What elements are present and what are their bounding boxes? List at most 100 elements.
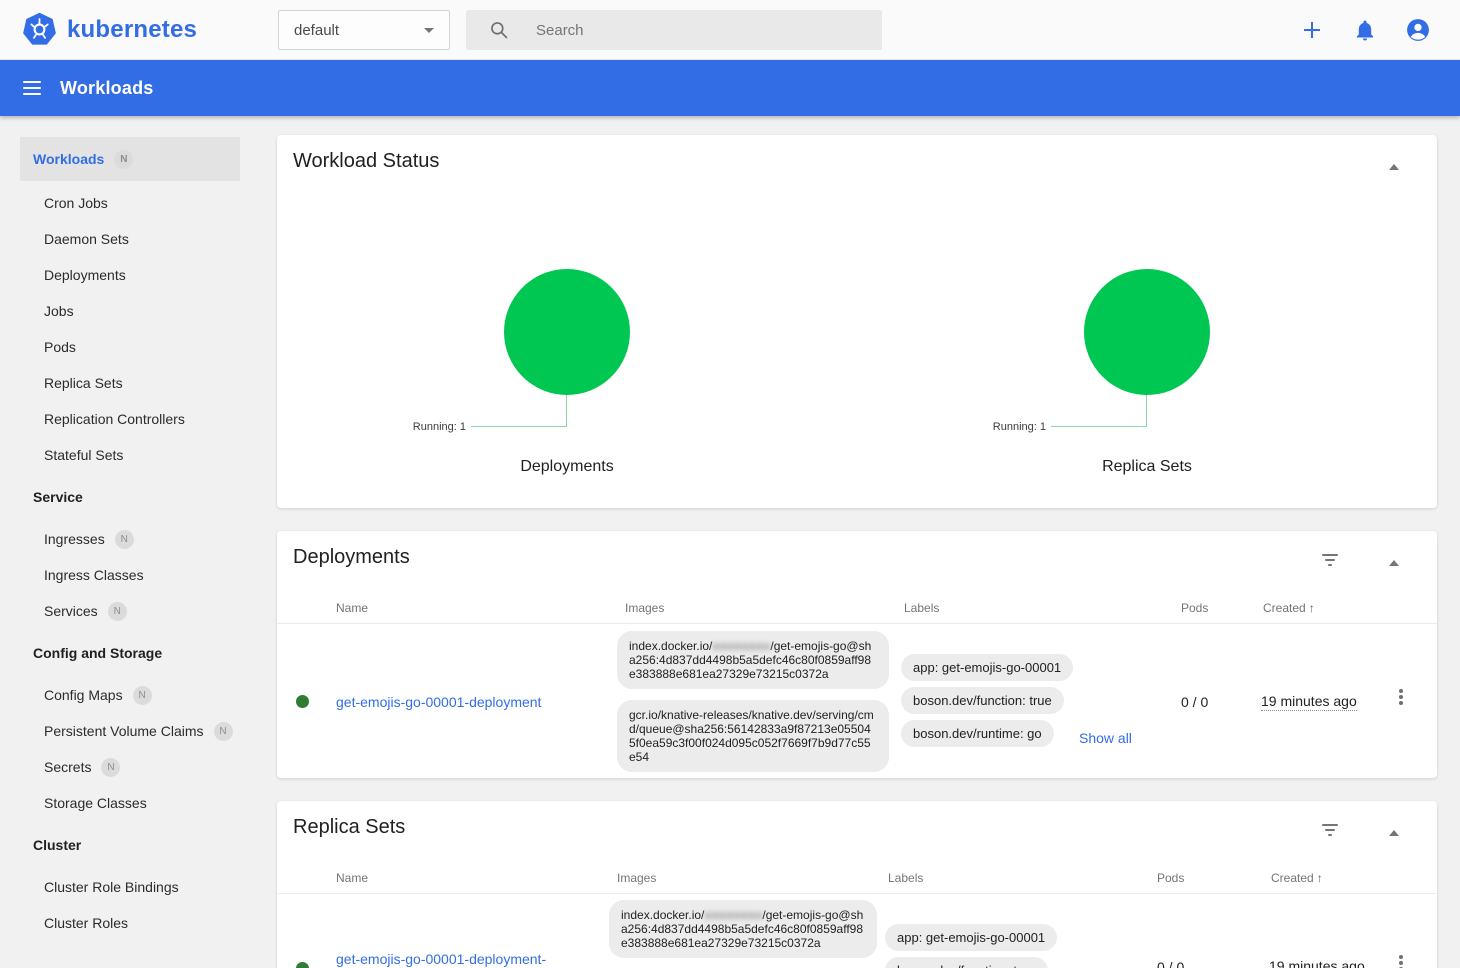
sidebar-item-pods[interactable]: Pods [20, 329, 240, 365]
label-chip: boson.dev/function: true [885, 957, 1048, 968]
column-header-pods: Pods [1157, 871, 1184, 885]
app-bar: Workloads [0, 60, 1460, 116]
sidebar-item-workloads[interactable]: Workloads N [20, 137, 240, 181]
status-running-dot [296, 962, 309, 968]
image-text: index.docker.io/ [629, 639, 712, 653]
table-row: get-emojis-go-00001-deployment- index.do… [277, 895, 1437, 968]
sidebar-item-daemon-sets[interactable]: Daemon Sets [20, 221, 240, 257]
label-chip: boson.dev/runtime: go [901, 720, 1054, 747]
sidebar-item-cron-jobs[interactable]: Cron Jobs [20, 185, 240, 221]
labels-cell: app: get-emojis-go-00001 boson.dev/funct… [901, 654, 1073, 747]
collapse-icon[interactable] [1384, 823, 1404, 843]
pods-count: 0 / 0 [1157, 959, 1184, 968]
label-chip: boson.dev/function: true [901, 687, 1064, 714]
sidebar-item-persistent-volume-claims[interactable]: Persistent Volume Claims N [20, 713, 240, 749]
column-header-created[interactable]: Created↑ [1271, 871, 1323, 885]
pie-annotation-label: Running: 1 [277, 421, 466, 433]
pie-annotation-line [471, 395, 567, 427]
card-title: Deployments [293, 546, 410, 569]
filter-icon[interactable] [1319, 551, 1341, 571]
sidebar-section-service: Service [20, 473, 240, 521]
search-icon [489, 20, 509, 40]
show-all-link[interactable]: Show all [1079, 730, 1132, 746]
namespace-selector[interactable]: default [278, 10, 450, 50]
sidebar-section-label: Cluster [33, 837, 81, 853]
new-badge: N [114, 150, 133, 169]
sidebar-item-cluster-role-bindings[interactable]: Cluster Role Bindings [20, 869, 240, 905]
table-row: get-emojis-go-00001-deployment index.doc… [277, 625, 1437, 778]
sort-arrow-icon: ↑ [1317, 871, 1323, 885]
profile-button[interactable] [1405, 17, 1431, 43]
sidebar-item-label: Cluster Role Bindings [44, 879, 179, 895]
menu-icon[interactable] [23, 81, 41, 95]
table-header: Name Images Labels Pods Created↑ [277, 594, 1437, 624]
column-header-name[interactable]: Name [336, 601, 368, 615]
add-icon [1300, 18, 1324, 42]
pie-annotation-label: Running: 1 [857, 421, 1046, 433]
kebab-menu-icon[interactable] [1394, 687, 1408, 707]
namespace-value: default [294, 22, 339, 39]
sidebar-item-ingress-classes[interactable]: Ingress Classes [20, 557, 240, 593]
search-input[interactable] [534, 21, 854, 40]
sidebar-section-label: Service [33, 489, 83, 505]
sidebar-item-label: Jobs [44, 303, 74, 319]
label-chip: app: get-emojis-go-00001 [901, 654, 1073, 681]
pods-count: 0 / 0 [1181, 694, 1208, 710]
sidebar-item-deployments[interactable]: Deployments [20, 257, 240, 293]
column-header-labels: Labels [888, 871, 923, 885]
bell-icon [1353, 18, 1377, 42]
sidebar-item-secrets[interactable]: Secrets N [20, 749, 240, 785]
sidebar-item-services[interactable]: Services N [20, 593, 240, 629]
sidebar-item-label: Config Maps [44, 687, 123, 703]
column-header-name[interactable]: Name [336, 871, 368, 885]
sidebar-item-label: Workloads [33, 151, 104, 167]
images-cell: index.docker.io/●●●●●●●●/get-emojis-go@s… [609, 900, 877, 958]
chevron-down-icon [424, 28, 434, 33]
sidebar-item-label: Secrets [44, 759, 91, 775]
sidebar-item-config-maps[interactable]: Config Maps N [20, 677, 240, 713]
sidebar-item-ingresses[interactable]: Ingresses N [20, 521, 240, 557]
column-header-created[interactable]: Created↑ [1263, 601, 1315, 615]
column-header-images: Images [625, 601, 664, 615]
sidebar-item-label: Ingress Classes [44, 567, 144, 583]
workload-status-card: Workload Status Running: 1 Deployments R… [277, 135, 1437, 508]
deployments-chart: Running: 1 Deployments [277, 135, 857, 508]
sidebar-item-label: Cluster Roles [44, 915, 128, 931]
images-cell: index.docker.io/●●●●●●●●/get-emojis-go@s… [617, 631, 889, 772]
image-chip: index.docker.io/●●●●●●●●/get-emojis-go@s… [617, 631, 889, 689]
sidebar-item-label: Pods [44, 339, 76, 355]
page-title: Workloads [60, 78, 154, 99]
deployment-name-link[interactable]: get-emojis-go-00001-deployment [336, 694, 611, 710]
new-badge: N [115, 530, 134, 549]
notifications-button[interactable] [1352, 17, 1378, 43]
new-badge: N [101, 758, 120, 777]
sidebar-item-cluster-roles[interactable]: Cluster Roles [20, 905, 240, 941]
sidebar-item-label: Daemon Sets [44, 231, 129, 247]
chart-title: Deployments [277, 458, 857, 476]
deployments-card: Deployments Name Images Labels Pods Crea… [277, 531, 1437, 778]
sidebar-item-label: Persistent Volume Claims [44, 723, 204, 739]
create-button[interactable] [1299, 17, 1325, 43]
replica-sets-chart: Running: 1 Replica Sets [857, 135, 1437, 508]
label-chip: app: get-emojis-go-00001 [885, 924, 1057, 951]
labels-cell: app: get-emojis-go-00001 boson.dev/funct… [885, 924, 1057, 968]
image-chip: index.docker.io/●●●●●●●●/get-emojis-go@s… [609, 900, 877, 958]
filter-icon[interactable] [1319, 821, 1341, 841]
sidebar-item-replication-controllers[interactable]: Replication Controllers [20, 401, 240, 437]
search-bar [466, 10, 882, 50]
sidebar-item-storage-classes[interactable]: Storage Classes [20, 785, 240, 821]
kubernetes-logo-icon [22, 12, 57, 47]
brand-name: kubernetes [67, 16, 197, 44]
status-running-dot [296, 695, 309, 708]
replica-set-name-link[interactable]: get-emojis-go-00001-deployment- [336, 951, 586, 967]
sidebar-item-replica-sets[interactable]: Replica Sets [20, 365, 240, 401]
kubernetes-logo[interactable]: kubernetes [22, 12, 197, 47]
created-timestamp: 19 minutes ago [1269, 958, 1365, 968]
sidebar-item-jobs[interactable]: Jobs [20, 293, 240, 329]
collapse-icon[interactable] [1384, 553, 1404, 573]
sidebar-item-stateful-sets[interactable]: Stateful Sets [20, 437, 240, 473]
table-header: Name Images Labels Pods Created↑ [277, 864, 1437, 894]
pie-chart-running [1084, 269, 1210, 395]
kebab-menu-icon[interactable] [1394, 953, 1408, 968]
sidebar-item-label: Storage Classes [44, 795, 147, 811]
